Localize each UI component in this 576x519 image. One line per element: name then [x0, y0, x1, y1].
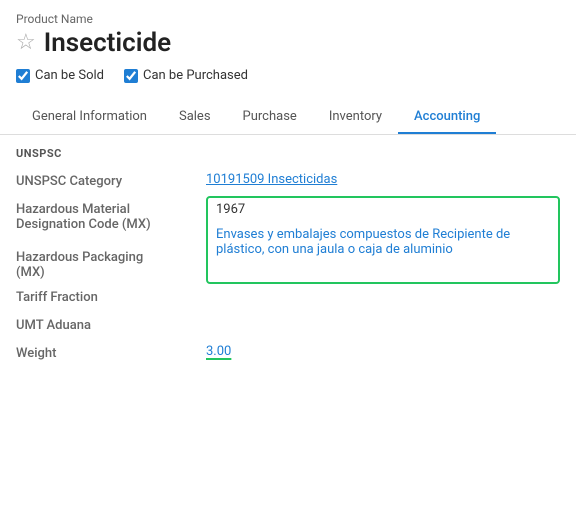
unspsc-category-label: UNSPSC Category [16, 172, 206, 189]
hazardous-fields-group: Hazardous MaterialDesignation Code (MX) … [16, 196, 560, 284]
hazardous-material-label: Hazardous MaterialDesignation Code (MX) [16, 196, 206, 236]
tab-inventory[interactable]: Inventory [313, 101, 398, 134]
tab-general-information[interactable]: General Information [16, 101, 163, 134]
tab-sales[interactable]: Sales [163, 101, 227, 134]
tab-accounting[interactable]: Accounting [398, 101, 496, 134]
star-icon[interactable]: ☆ [16, 32, 36, 54]
can-be-sold-label: Can be Sold [35, 68, 104, 83]
hazardous-labels: Hazardous MaterialDesignation Code (MX) … [16, 196, 206, 284]
hazardous-packaging-label: Hazardous Packaging(MX) [16, 236, 206, 284]
unspsc-category-value[interactable]: 10191509 Insecticidas [206, 172, 560, 187]
umt-aduana-label: UMT Aduana [16, 316, 206, 333]
hazardous-material-value: 1967 [216, 202, 550, 217]
product-title: Insecticide [44, 28, 171, 58]
tariff-fraction-label: Tariff Fraction [16, 288, 206, 305]
field-umt-aduana: UMT Aduana [16, 312, 560, 340]
content-area: UNSPSC UNSPSC Category 10191509 Insectic… [0, 135, 576, 380]
section-header: UNSPSC [16, 147, 560, 160]
product-name-label: Product Name [16, 12, 560, 26]
hazardous-packaging-value: Envases y embalajes compuestos de Recipi… [216, 227, 550, 257]
field-weight: Weight 3.00 [16, 340, 560, 368]
weight-value[interactable]: 3.00 [206, 344, 560, 359]
can-be-purchased-checkbox[interactable]: Can be Purchased [124, 68, 248, 83]
hazardous-highlighted-box: 1967 Envases y embalajes compuestos de R… [206, 196, 560, 284]
weight-label: Weight [16, 344, 206, 361]
tabs-bar: General Information Sales Purchase Inven… [0, 101, 576, 135]
tab-purchase[interactable]: Purchase [227, 101, 313, 134]
can-be-sold-checkbox[interactable]: Can be Sold [16, 68, 104, 83]
field-tariff-fraction: Tariff Fraction [16, 284, 560, 312]
can-be-purchased-label: Can be Purchased [143, 68, 248, 83]
field-unspsc-category: UNSPSC Category 10191509 Insecticidas [16, 168, 560, 196]
